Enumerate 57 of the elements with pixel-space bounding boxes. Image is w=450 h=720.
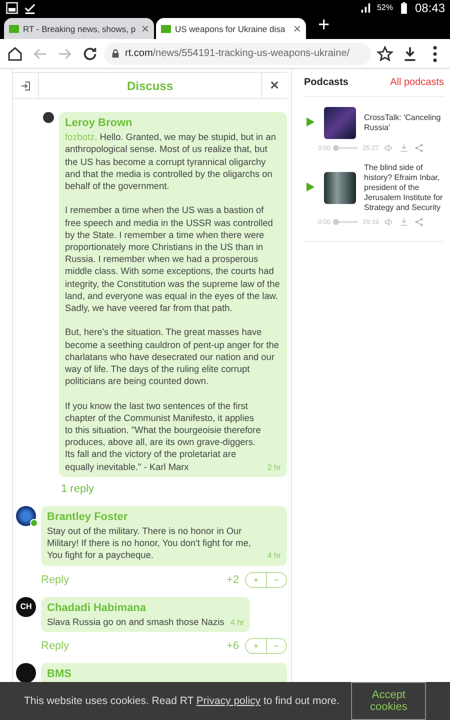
lock-icon [110,48,121,59]
avatar-initials: CH [20,602,32,612]
share-icon [414,217,424,227]
comment-text: If you know the last two sentences of the first chapter of the Communist Manifesto, it applies to this situation. "What the bourgeoisie therefore produces, above all, are its own grave-diggers. Its fall and the victory of the proletariat are equally inevitable." - Karl Marx [65,400,261,473]
signal-icon [358,0,373,14]
all-podcasts-link[interactable]: All podcasts [390,77,444,88]
accept-cookies-button[interactable]: Accept cookies [351,682,426,720]
download-icon [398,217,409,227]
comment-time: 4 hr [230,616,244,629]
gallery-notification-icon [5,0,19,14]
browser-tab[interactable]: RT - Breaking news, shows, p × [4,18,154,39]
replies-link[interactable]: 1 reply [61,482,94,495]
volume-icon [384,217,394,227]
browser-tab[interactable]: US weapons for Ukraine disa × [156,18,306,39]
reply-link[interactable]: Reply [41,574,70,586]
address-field[interactable]: rt.com/news/554191-tracking-us-weapons-ukraine/ [104,42,371,64]
play-icon [304,116,316,128]
podcast-title[interactable]: The blind side of history? Efraim Inbar, president of the Jerusalem Institute for Strategy and Security [364,163,444,213]
new-tab-button[interactable]: + [308,14,340,39]
comment-author[interactable]: BMS [47,668,281,680]
volume-icon [384,143,394,153]
podcast-title[interactable]: CrossTalk: 'Canceling Russia' [364,113,444,133]
vote-score: +6 [226,640,239,652]
photo-placeholder [324,172,356,204]
comment-text: Stay out of the military. There is no honor in Our Military! If there is no honor, You don't fight for me, You fight for a paycheque. [47,525,252,562]
comment-text: Slava Russia go on and smash those Nazis [47,616,224,628]
clock-time: 08:43 [414,0,445,14]
photo-placeholder [324,107,356,139]
avatar [16,663,36,684]
more-icon [433,46,437,62]
comment-time: 2 hr [267,462,281,474]
section-title: Podcasts [304,77,348,88]
close-button[interactable]: × [261,72,287,98]
share-icon [414,143,424,153]
comment-author[interactable]: Chadadi Habimana [47,602,244,614]
star-icon [376,44,394,62]
battery-percent: 52% [376,3,393,12]
privacy-policy-link[interactable]: Privacy policy [196,695,261,707]
comment-author[interactable]: Leroy Brown [65,117,281,130]
comment-text: fozbotz, Hello. Granted, we may be stupid, but in an anthropological sense. Most of us realize that, but the US has become a corrupt tyrannical oligarchy and that the media is controlled by the oligarchs on behalf of the government. [65,131,277,192]
comment-text: I remember a time when the US was a bastion of free speech and media in the USSR was controlled by the State. I remember a time when there were proportionately more Christians in the US than in Russia. I remember when we had a prosperous middle class. With some exceptions, the courts had integrity, the Constitution was the supreme law of the land, and everyone was equal in the eyes of the law. Sadly, we have veered far from that path. [65,204,281,314]
panel-title: Discuss [126,78,174,92]
comment-text: But, here's the situation. The great masses have become a seething cauldron of pent-up anger for the charlatans who have desecrated our nation and our way of life. The days of the ruling elite corrupt politicians are being counted down. [65,326,280,388]
home-icon [6,44,24,62]
avatar [43,112,54,123]
login-icon [20,80,32,92]
download-icon [398,143,409,153]
downvote-button[interactable]: − [266,572,286,587]
vote-score: +2 [226,574,239,586]
site-favicon [161,24,171,32]
play-icon [304,181,316,193]
comment-author[interactable]: Brantley Foster [47,510,281,524]
cookie-notice: This website uses cookies. Read RT Privacy policy to find out more. [24,695,340,707]
comment-time: 4 hr [267,550,281,562]
reply-link[interactable]: Reply [41,640,70,652]
downvote-button[interactable]: − [266,639,286,654]
site-favicon [9,24,19,32]
